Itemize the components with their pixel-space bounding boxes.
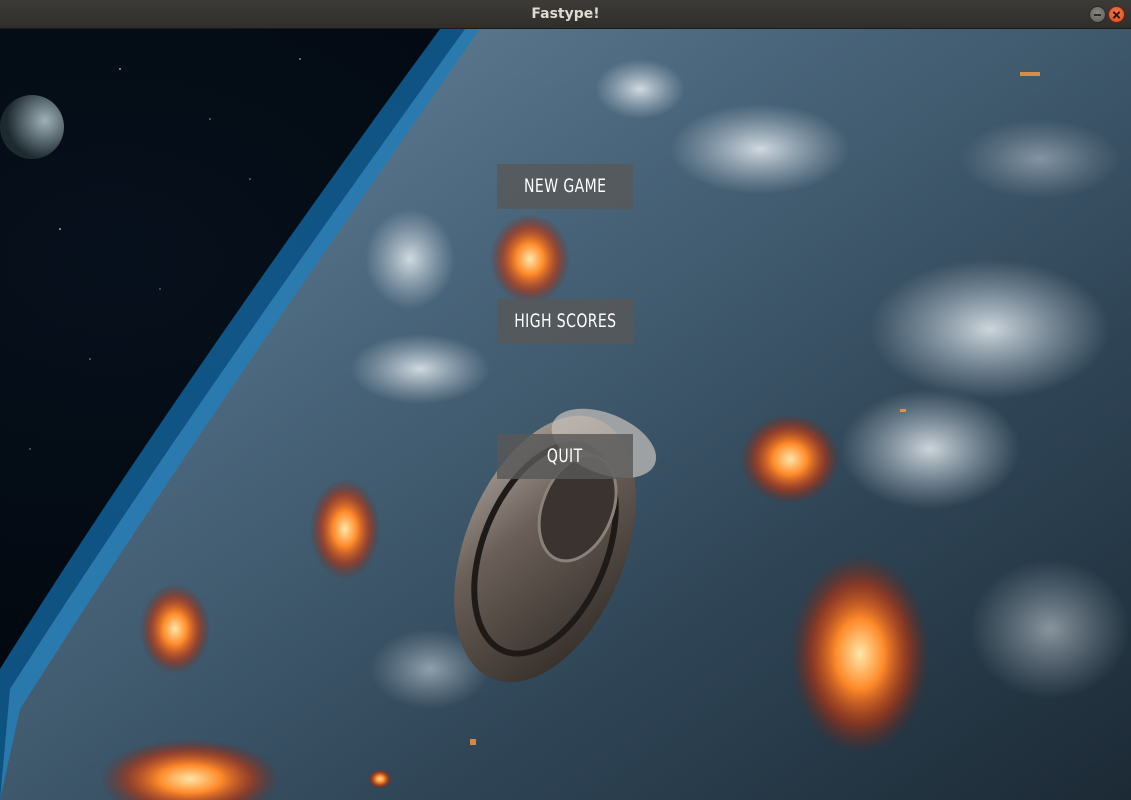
quit-label: QUIT — [547, 445, 583, 467]
new-game-button[interactable]: NEW GAME — [497, 164, 633, 209]
new-game-label: NEW GAME — [523, 175, 607, 197]
window-title: Fastype! — [531, 6, 600, 22]
close-icon[interactable] — [1108, 6, 1125, 23]
minimize-icon[interactable] — [1089, 6, 1106, 23]
high-scores-label: HIGH SCORES — [513, 310, 617, 332]
window-titlebar[interactable]: Fastype! — [0, 0, 1131, 29]
app-window: Fastype! NEW GAME HIGH SCORES QUIT — [0, 0, 1131, 800]
quit-button[interactable]: QUIT — [497, 434, 633, 479]
space-scene — [0, 29, 1131, 800]
high-scores-button[interactable]: HIGH SCORES — [497, 299, 633, 344]
game-background: NEW GAME HIGH SCORES QUIT — [0, 29, 1131, 800]
